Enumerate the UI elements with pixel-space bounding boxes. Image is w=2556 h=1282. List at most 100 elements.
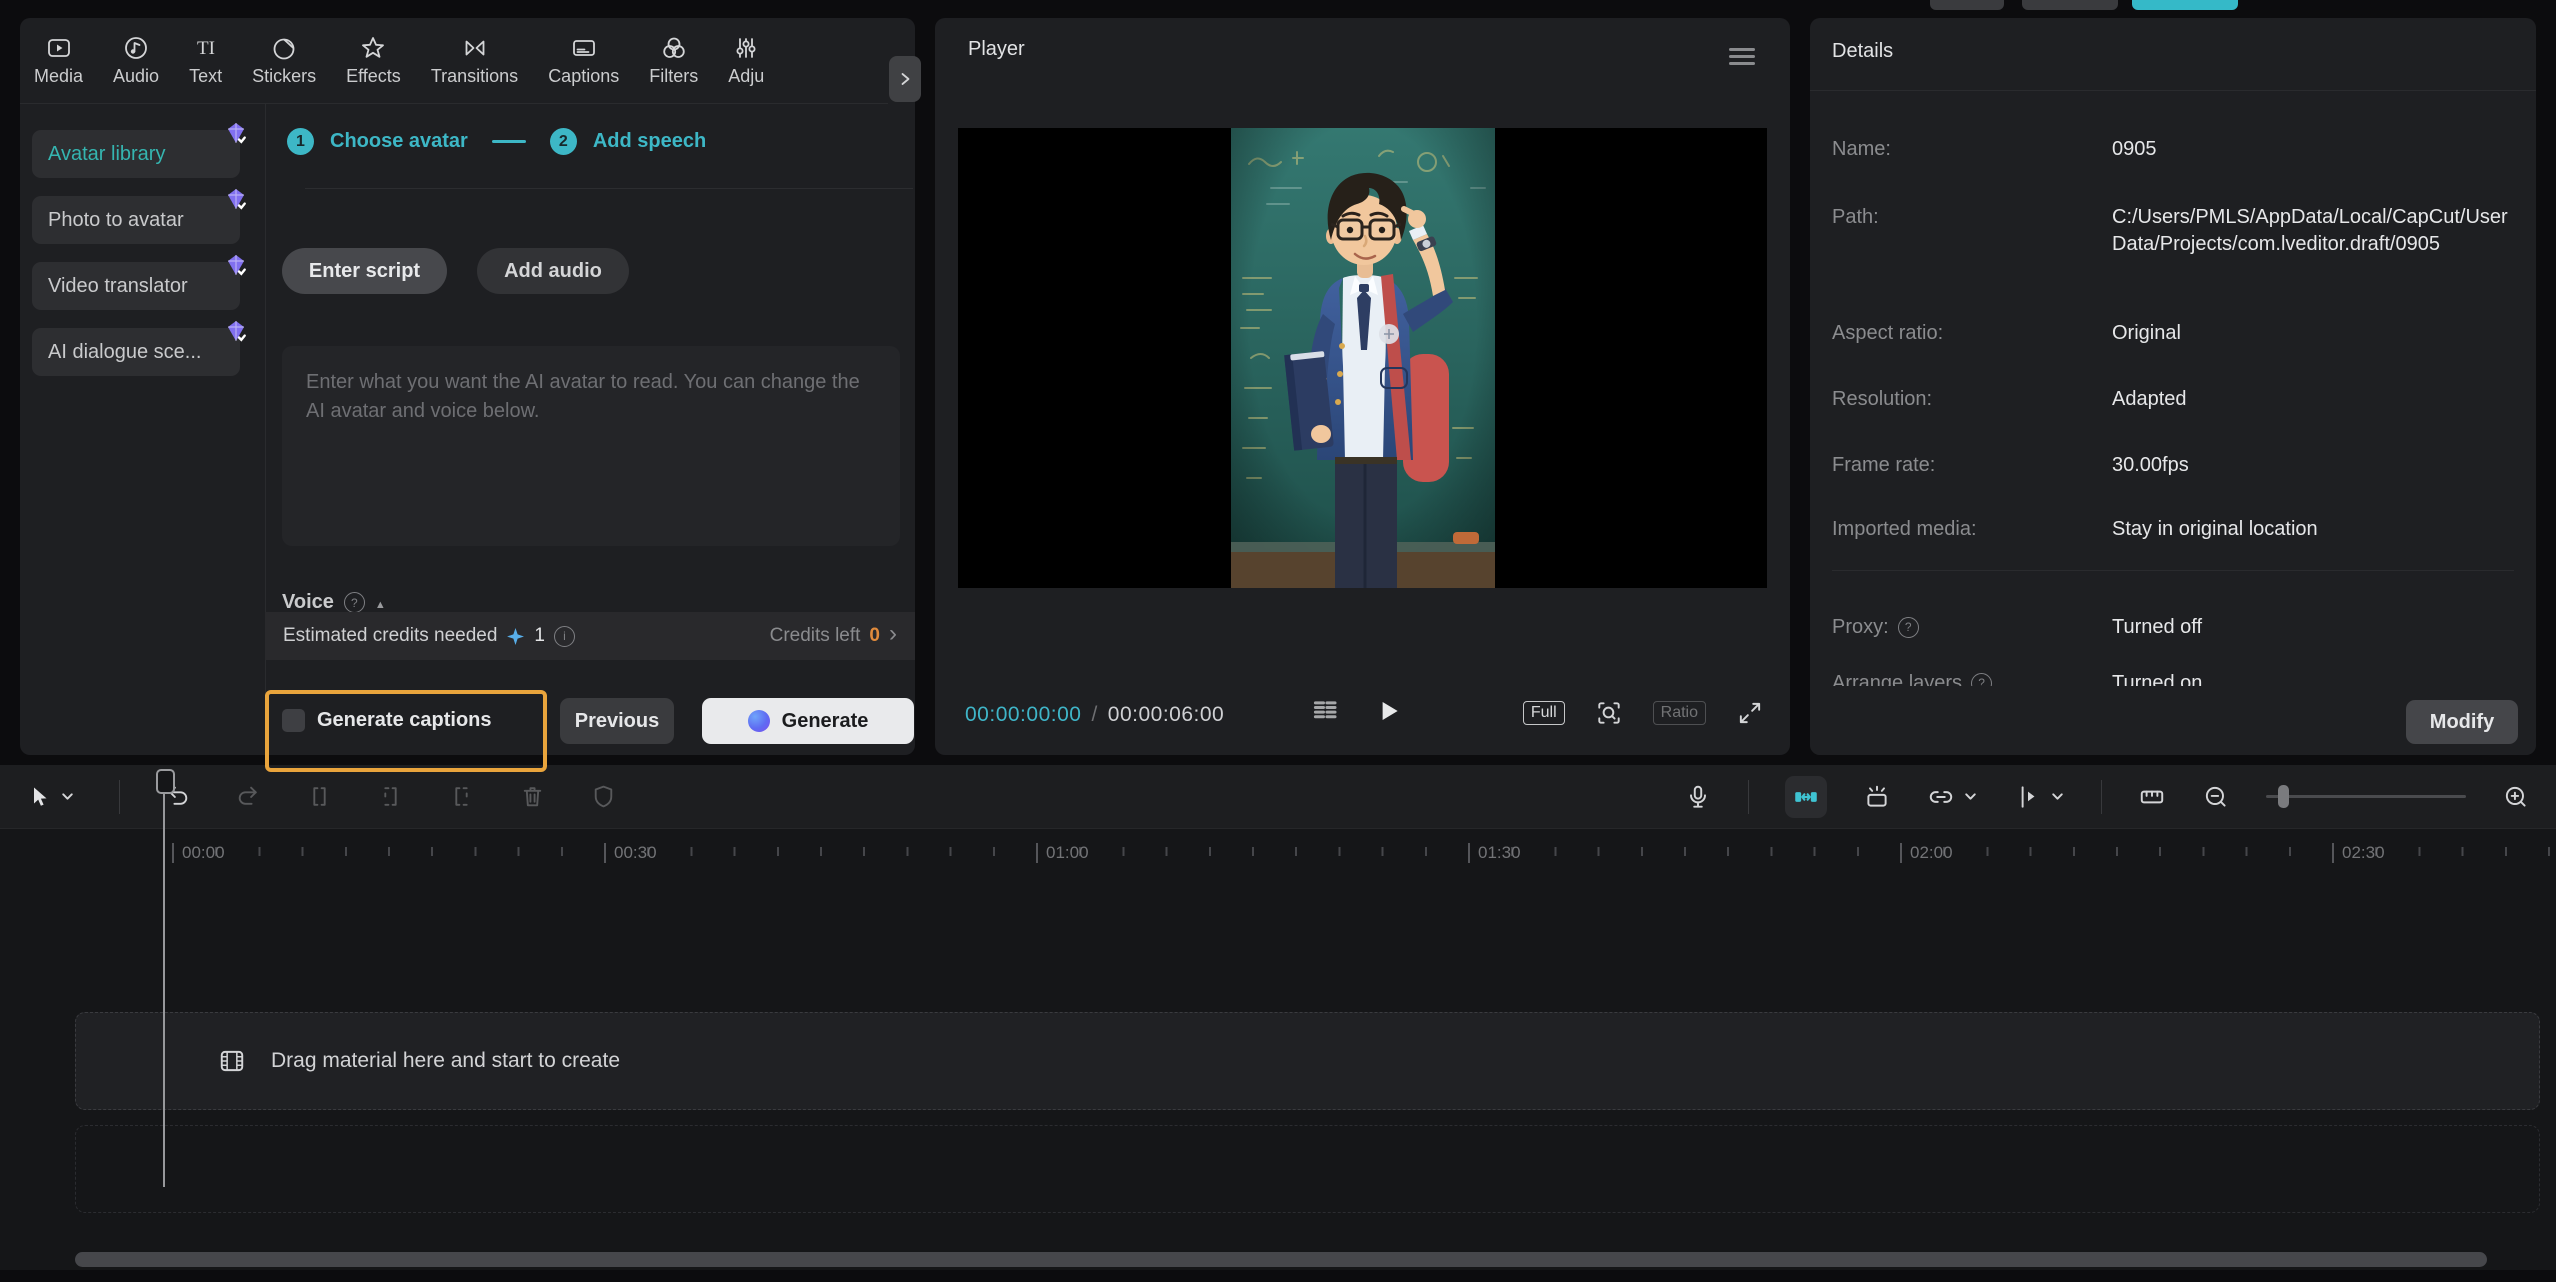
drop-hint-text: Drag material here and start to create <box>271 1049 620 1073</box>
adjust-icon <box>733 35 759 61</box>
toolbar-item-text[interactable]: TI Text <box>189 35 222 87</box>
step-indicator: 1 Choose avatar 2 Add speech <box>287 128 706 155</box>
toolbar-item-media[interactable]: Media <box>34 35 83 87</box>
main-track-dropzone[interactable]: Drag material here and start to create <box>75 1012 2540 1110</box>
toolbar-item-stickers[interactable]: Stickers <box>252 35 316 87</box>
sidebar-item-avatar-library[interactable]: Avatar library <box>32 130 240 178</box>
details-row-aspect-ratio: Aspect ratio: Original <box>1832 320 2516 347</box>
details-title: Details <box>1832 40 1893 63</box>
cursor-split-icon <box>2014 783 2042 811</box>
play-button[interactable] <box>1375 698 1401 724</box>
horizontal-scrollbar[interactable] <box>75 1252 2487 1267</box>
top-toolbar: Media Audio TI Text Stickers Effects Tra… <box>20 18 888 104</box>
modify-button[interactable]: Modify <box>2406 700 2518 744</box>
ratio-button[interactable]: Ratio <box>1653 701 1706 725</box>
ai-orb-icon <box>748 710 770 732</box>
ruler-ticks <box>172 847 2556 856</box>
stickers-icon <box>271 35 297 61</box>
split-icon[interactable] <box>306 783 333 810</box>
generate-button[interactable]: Generate <box>702 698 914 744</box>
preview-axis-icon[interactable] <box>1863 783 1891 811</box>
toolbar-item-captions[interactable]: Captions <box>548 35 619 87</box>
voice-section-header[interactable]: Voice <box>282 591 386 614</box>
cursor-icon <box>26 784 52 810</box>
details-row-proxy: Proxy: Turned off <box>1832 614 2516 641</box>
trim-left-icon[interactable] <box>377 783 404 810</box>
player-title: Player <box>968 38 1025 61</box>
toolbar-item-effects[interactable]: Effects <box>346 35 401 87</box>
fullscreen-icon[interactable] <box>1736 699 1764 727</box>
details-row-name: Name: 0905 <box>1832 136 2516 163</box>
toolbar-item-transitions[interactable]: Transitions <box>431 35 518 87</box>
titlebar-button-peek[interactable] <box>2022 0 2118 10</box>
sidebar-item-ai-dialogue-scene[interactable]: AI dialogue sce... <box>32 328 240 376</box>
player-panel: Player <box>935 18 1790 755</box>
details-row-frame-rate: Frame rate: 30.00fps <box>1832 452 2516 479</box>
chevron-down-icon <box>60 789 75 804</box>
timeline-ruler[interactable]: 00:00 00:30 01:00 01:30 02:00 02:30 <box>0 829 2556 879</box>
media-clip-icon <box>218 1047 246 1075</box>
step-connector <box>492 140 526 143</box>
step-1-badge[interactable]: 1 <box>287 128 314 155</box>
duration: 00:00:06:00 <box>1108 703 1224 727</box>
zoom-in-icon[interactable] <box>2502 783 2530 811</box>
effects-icon <box>360 35 386 61</box>
select-tool[interactable] <box>26 784 75 810</box>
step-2-label[interactable]: Add speech <box>593 130 706 153</box>
full-preview-button[interactable]: Full <box>1523 701 1565 725</box>
chevron-right-icon[interactable] <box>889 625 897 647</box>
credits-bar: Estimated credits needed 1 Credits left … <box>265 612 915 660</box>
collapse-arrow-icon[interactable] <box>375 591 386 614</box>
add-audio-tab[interactable]: Add audio <box>477 248 629 294</box>
titlebar-button-peek[interactable] <box>1930 0 2004 10</box>
capcut-editor-window: Media Audio TI Text Stickers Effects Tra… <box>0 0 2556 1282</box>
add-speech-step: 1 Choose avatar 2 Add speech Enter scrip… <box>265 104 915 755</box>
previous-button[interactable]: Previous <box>560 698 674 744</box>
redo-button[interactable] <box>235 783 262 810</box>
help-icon[interactable] <box>344 592 365 613</box>
premium-gem-icon <box>223 120 249 146</box>
link-clips-tool[interactable] <box>1927 783 1978 811</box>
divider <box>305 188 913 189</box>
timeline-zoom-slider[interactable] <box>2266 795 2466 798</box>
delete-icon[interactable] <box>519 783 546 810</box>
quality-preview-icon[interactable] <box>1595 699 1623 727</box>
toolbar-item-audio[interactable]: Audio <box>113 35 159 87</box>
script-input[interactable] <box>282 346 900 546</box>
sidebar-item-video-translator[interactable]: Video translator <box>32 262 240 310</box>
empty-track-placeholder <box>75 1125 2540 1213</box>
generate-captions-label[interactable]: Generate captions <box>317 709 492 732</box>
feature-nav: Avatar library Photo to avatar Video tra… <box>20 104 266 755</box>
premium-gem-icon <box>223 318 249 344</box>
ruler-label: 01:30 <box>1468 843 1521 863</box>
trim-right-icon[interactable] <box>448 783 475 810</box>
auto-snap-toggle[interactable] <box>1785 776 1827 818</box>
step-1-label[interactable]: Choose avatar <box>330 130 468 153</box>
player-menu-icon[interactable] <box>1729 44 1755 69</box>
toolbar-item-filters[interactable]: Filters <box>649 35 698 87</box>
credits-left-value: 0 <box>869 625 880 647</box>
titlebar-export-button-peek[interactable] <box>2132 0 2238 10</box>
toolbar-item-adjust[interactable]: Adju <box>728 35 764 87</box>
sidebar-item-photo-to-avatar[interactable]: Photo to avatar <box>32 196 240 244</box>
zoom-out-icon[interactable] <box>2202 783 2230 811</box>
record-voiceover-icon[interactable] <box>1684 783 1712 811</box>
cursor-mode-tool[interactable] <box>2014 783 2065 811</box>
toolbar-more-button[interactable] <box>889 56 921 102</box>
divider <box>2101 780 2102 814</box>
frame-by-frame-icon[interactable] <box>1309 696 1339 726</box>
info-icon[interactable] <box>554 626 575 647</box>
video-stage[interactable] <box>958 128 1767 588</box>
details-row-imported-media: Imported media: Stay in original locatio… <box>1832 516 2516 543</box>
audio-icon <box>123 35 149 61</box>
zoom-slider-handle[interactable] <box>2278 785 2289 808</box>
step-2-badge[interactable]: 2 <box>550 128 577 155</box>
help-icon[interactable] <box>1898 617 1919 638</box>
mask-shield-icon[interactable] <box>590 783 617 810</box>
adapt-timeline-icon[interactable] <box>2138 783 2166 811</box>
playhead-handle[interactable] <box>156 769 175 794</box>
chevron-right-icon <box>896 70 914 88</box>
generate-captions-checkbox[interactable] <box>282 709 305 732</box>
enter-script-tab[interactable]: Enter script <box>282 248 447 294</box>
chevron-down-icon <box>1963 789 1978 804</box>
